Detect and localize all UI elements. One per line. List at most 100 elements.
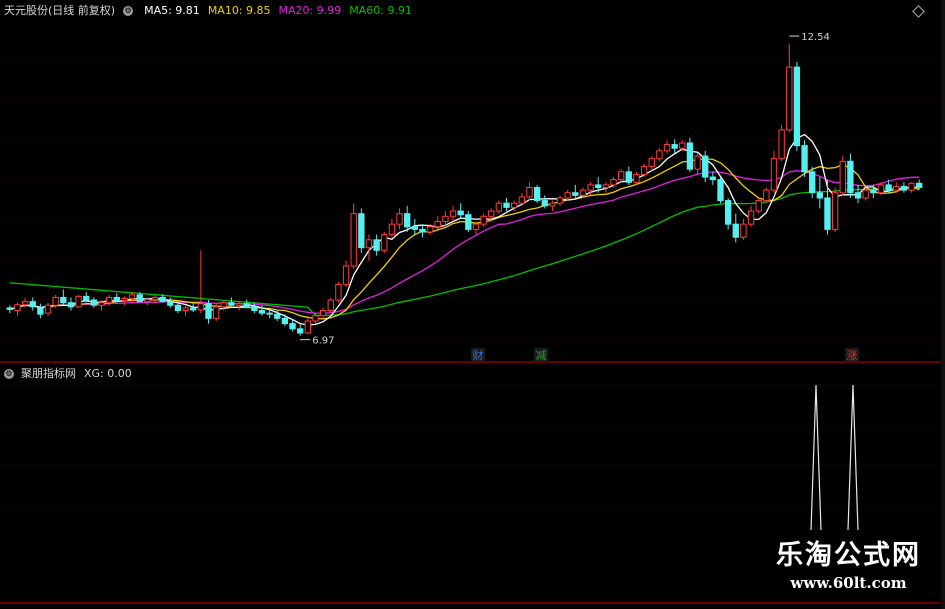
ma20-label: MA20: 9.99 bbox=[278, 4, 342, 17]
settings-icon[interactable]: ⚙ bbox=[123, 6, 134, 16]
candle-body bbox=[824, 197, 831, 230]
ma60-line bbox=[9, 187, 920, 316]
candle-body bbox=[801, 145, 808, 173]
candle-body bbox=[740, 223, 747, 238]
stock-chart-window: 12.54 6.97 财 减 涨 天元股份(日线 前复权) ⚙ MA5: 9.81 M… bbox=[0, 0, 945, 609]
ma10-label: MA10: 9.85 bbox=[207, 4, 271, 17]
right-scroll-edge[interactable] bbox=[941, 0, 945, 609]
candle-body bbox=[541, 200, 548, 207]
settings-icon[interactable]: ⚙ bbox=[4, 369, 14, 379]
candle-body bbox=[75, 295, 82, 308]
stock-title[interactable]: 天元股份(日线 前复权) bbox=[4, 4, 115, 18]
candle-body bbox=[457, 210, 464, 216]
candle-body bbox=[319, 310, 327, 317]
candle-body bbox=[602, 184, 610, 188]
candle-body bbox=[625, 171, 632, 183]
candle-body bbox=[373, 239, 380, 251]
candle-body bbox=[709, 176, 717, 181]
candle-body bbox=[480, 215, 487, 225]
candle-body bbox=[533, 187, 541, 202]
indicator-name[interactable]: 聚朋指标网 bbox=[21, 367, 76, 381]
watermark-title: 乐淘公式网 bbox=[776, 540, 921, 571]
candle-body bbox=[90, 299, 98, 306]
candle-body bbox=[556, 197, 564, 204]
candle-body bbox=[37, 307, 44, 315]
candle-body bbox=[786, 66, 793, 131]
candle-body bbox=[411, 226, 419, 230]
candle-body bbox=[312, 315, 319, 322]
candle-body bbox=[702, 155, 709, 178]
candle-body bbox=[358, 213, 365, 249]
candle-body bbox=[847, 160, 854, 194]
candle-body bbox=[297, 328, 304, 334]
candle-body bbox=[595, 184, 602, 188]
candle-body bbox=[572, 192, 579, 196]
xg-spike bbox=[847, 384, 859, 531]
candle-body bbox=[862, 189, 869, 199]
candle-body bbox=[121, 297, 128, 302]
candle-body bbox=[182, 307, 189, 312]
event-markers: 财减涨 bbox=[471, 348, 859, 362]
candle-body bbox=[304, 320, 312, 334]
candle-body bbox=[167, 301, 174, 306]
candle-body bbox=[908, 182, 915, 191]
candle-body bbox=[793, 66, 801, 147]
price-annotations: 12.54 6.97 bbox=[300, 32, 830, 347]
candle-body bbox=[770, 158, 778, 191]
candle-body bbox=[870, 189, 877, 194]
candle-body bbox=[404, 213, 411, 228]
event-marker: 涨 bbox=[847, 349, 858, 362]
candles bbox=[6, 44, 923, 336]
candle-body bbox=[151, 296, 159, 301]
ma10-path bbox=[9, 158, 920, 320]
candle-body bbox=[327, 299, 334, 312]
candle-body bbox=[648, 158, 655, 168]
candle-body bbox=[335, 283, 342, 301]
candle-body bbox=[434, 221, 441, 228]
candle-body bbox=[128, 294, 136, 299]
ma20-path bbox=[9, 170, 920, 314]
candle-body bbox=[579, 189, 587, 196]
candle-body bbox=[526, 187, 533, 198]
candle-body bbox=[916, 182, 923, 188]
xg-indicator-line bbox=[810, 384, 859, 531]
chart-canvas[interactable]: 12.54 6.97 财 减 涨 bbox=[0, 0, 945, 609]
candle-body bbox=[426, 226, 434, 233]
candle-body bbox=[136, 294, 143, 303]
candle-body bbox=[251, 306, 258, 312]
candle-body bbox=[633, 173, 640, 183]
candle-body bbox=[564, 192, 571, 199]
annotation-label: 6.97 bbox=[312, 336, 334, 347]
candle-body bbox=[679, 142, 686, 149]
candle-body bbox=[342, 265, 350, 285]
candle-body bbox=[105, 296, 113, 304]
candle-body bbox=[587, 184, 594, 191]
candle-body bbox=[197, 303, 205, 311]
price-header: 天元股份(日线 前复权) ⚙ MA5: 9.81 MA10: 9.85 MA20… bbox=[4, 4, 412, 18]
candle-body bbox=[67, 302, 75, 308]
candle-body bbox=[228, 302, 235, 306]
candle-body bbox=[732, 223, 739, 238]
ma5-label: MA5: 9.81 bbox=[144, 4, 200, 17]
candle-body bbox=[350, 213, 357, 267]
candle-body bbox=[755, 200, 762, 212]
candle-body bbox=[518, 196, 525, 204]
candle-body bbox=[877, 184, 885, 194]
candle-body bbox=[694, 155, 701, 170]
candle-body bbox=[503, 202, 510, 208]
xg-spike bbox=[810, 384, 822, 531]
indicator-header: ⚙ 聚朋指标网 XG: 0.00 bbox=[4, 367, 132, 381]
candle-body bbox=[663, 144, 671, 152]
ma5-line bbox=[9, 133, 920, 326]
candle-body bbox=[83, 295, 90, 301]
candle-body bbox=[763, 189, 770, 202]
candle-body bbox=[14, 304, 21, 312]
candle-body bbox=[854, 192, 862, 199]
candle-body bbox=[816, 192, 824, 199]
candle-body bbox=[495, 202, 503, 212]
candle-body bbox=[381, 234, 388, 251]
candle-body bbox=[472, 223, 480, 230]
ma60-path bbox=[9, 187, 920, 316]
candle-body bbox=[656, 150, 663, 160]
candle-body bbox=[21, 301, 29, 306]
